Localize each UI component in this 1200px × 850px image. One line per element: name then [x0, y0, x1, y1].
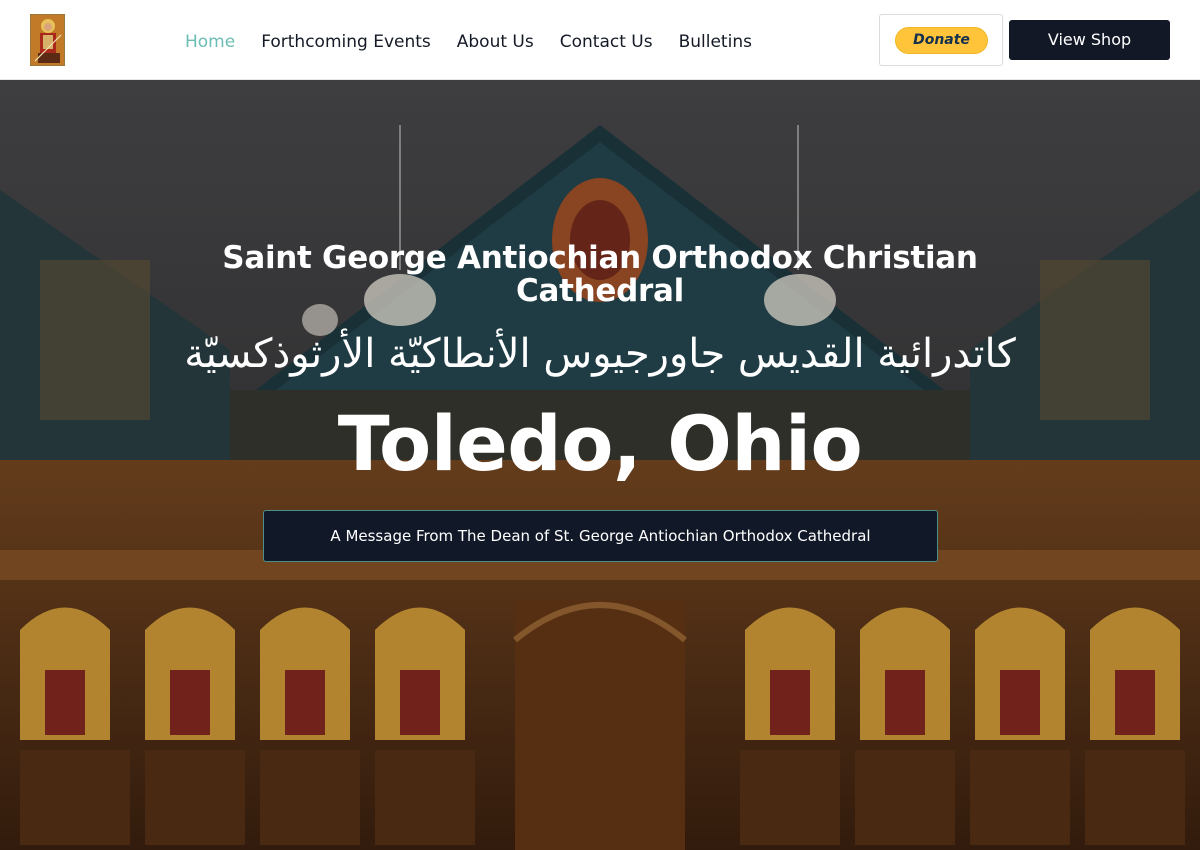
nav-contact-us[interactable]: Contact Us	[560, 30, 653, 54]
nav-bulletins[interactable]: Bulletins	[679, 30, 752, 54]
st-george-icon[interactable]	[30, 14, 65, 66]
dean-message-button[interactable]: A Message From The Dean of St. George An…	[263, 510, 938, 562]
site-header: Home Forthcoming Events About Us Contact…	[0, 0, 1200, 80]
main-nav: Home Forthcoming Events About Us Contact…	[185, 30, 778, 54]
donate-widget: Donate	[879, 14, 1003, 66]
hero-section: Saint George Antiochian Orthodox Christi…	[0, 80, 1200, 850]
view-shop-button[interactable]: View Shop	[1009, 20, 1170, 60]
nav-home[interactable]: Home	[185, 30, 235, 54]
cathedral-title: Saint George Antiochian Orthodox Christi…	[222, 240, 978, 309]
nav-about-us[interactable]: About Us	[457, 30, 534, 54]
nav-forthcoming-events[interactable]: Forthcoming Events	[261, 30, 431, 54]
donate-button[interactable]: Donate	[895, 27, 988, 54]
city-title: Toledo, Ohio	[337, 399, 863, 488]
cathedral-title-arabic: كاتدرائية القديس جاورجيوس الأنطاكيّة الأ…	[184, 331, 1016, 377]
